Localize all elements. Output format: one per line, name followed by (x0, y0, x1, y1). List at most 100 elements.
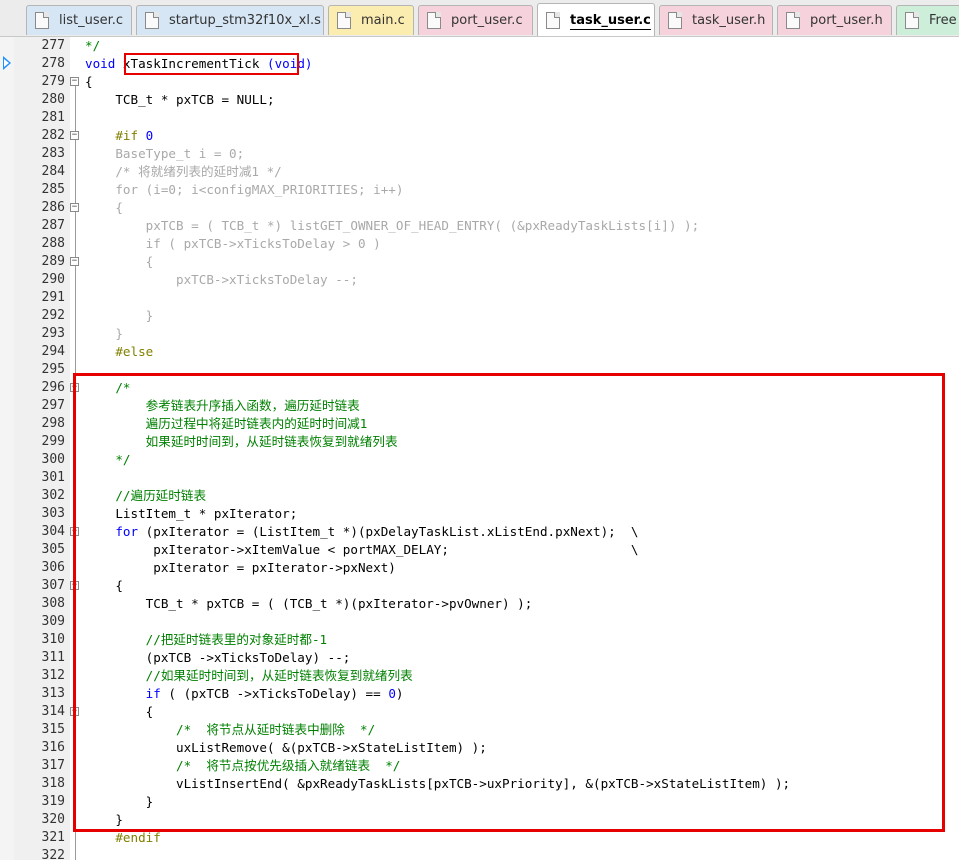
tab-label: port_user.c (451, 13, 523, 28)
code-line: 289− { (0, 253, 959, 271)
line-number: 294 (41, 344, 65, 359)
code-text: BaseType_t i = 0; (85, 145, 244, 163)
code-token: } (85, 326, 123, 341)
line-number: 309 (41, 614, 65, 629)
tab-main-c[interactable]: main.c (328, 5, 414, 35)
line-number: 319 (41, 794, 65, 809)
code-token: #else (85, 344, 154, 359)
line-number: 289 (41, 254, 65, 269)
code-line: 287 pxTCB = ( TCB_t *) listGET_OWNER_OF_… (0, 217, 959, 235)
fold-minus-icon[interactable]: − (70, 257, 79, 266)
line-number: 287 (41, 218, 65, 233)
line-number: 321 (41, 830, 65, 845)
tab-startup-stm32f10x-xl-s[interactable]: startup_stm32f10x_xl.s (136, 5, 324, 35)
line-number: 288 (41, 236, 65, 251)
line-number: 317 (41, 758, 65, 773)
line-number: 315 (41, 722, 65, 737)
line-number: 302 (41, 488, 65, 503)
tab-task-user-h[interactable]: task_user.h (659, 5, 773, 35)
line-number: 300 (41, 452, 65, 467)
code-line: 281 (0, 109, 959, 127)
code-token: pxTCB->xTicksToDelay --; (85, 272, 358, 287)
line-number: 303 (41, 506, 65, 521)
line-number: 305 (41, 542, 65, 557)
code-line: 292 } (0, 307, 959, 325)
line-number: 312 (41, 668, 65, 683)
line-number: 316 (41, 740, 65, 755)
line-number: 320 (41, 812, 65, 827)
code-token: */ (85, 38, 101, 53)
code-line: 283 BaseType_t i = 0; (0, 145, 959, 163)
code-token: #if (85, 128, 146, 143)
code-line: 280 TCB_t * pxTCB = NULL; (0, 91, 959, 109)
code-line: 290 pxTCB->xTicksToDelay --; (0, 271, 959, 289)
tab-label: task_user.c (570, 12, 651, 28)
code-text: if ( pxTCB->xTicksToDelay > 0 ) (85, 235, 381, 253)
line-number: 308 (41, 596, 65, 611)
code-line: 285 for (i=0; i<configMAX_PRIORITIES; i+… (0, 181, 959, 199)
fold-minus-icon[interactable]: − (70, 131, 79, 140)
editor-tab-bar: list_user.c startup_stm32f10x_xl.s main.c p… (0, 0, 959, 37)
file-icon (546, 11, 560, 29)
line-number: 278 (41, 56, 65, 71)
line-number: 286 (41, 200, 65, 215)
line-number: 310 (41, 632, 65, 647)
line-number: 279 (41, 74, 65, 89)
line-number: 282 (41, 128, 65, 143)
code-text: /* 将就绪列表的延时减1 */ (85, 163, 282, 181)
file-icon (145, 12, 159, 29)
code-text: pxTCB->xTicksToDelay --; (85, 271, 358, 289)
file-icon (668, 12, 682, 29)
line-number: 299 (41, 434, 65, 449)
line-number: 283 (41, 146, 65, 161)
code-text: TCB_t * pxTCB = NULL; (85, 91, 275, 109)
delay-list-loop-highlight-box (73, 373, 945, 832)
file-icon (905, 12, 919, 29)
tab-label: list_user.c (59, 13, 124, 28)
code-token: for (i=0; i<configMAX_PRIORITIES; i++) (85, 182, 404, 197)
code-text: */ (85, 37, 100, 55)
code-token: TCB_t * pxTCB = NULL; (85, 92, 275, 107)
code-line: 291 (0, 289, 959, 307)
code-line: 293 } (0, 325, 959, 343)
code-line: 294 #else (0, 343, 959, 361)
line-number: 293 (41, 326, 65, 341)
code-text: #else (85, 343, 153, 361)
code-text: #if 0 (85, 127, 153, 145)
code-token: /* 将就绪列表的延时减1 */ (85, 164, 282, 179)
code-token: { (85, 74, 93, 89)
code-line: 288 if ( pxTCB->xTicksToDelay > 0 ) (0, 235, 959, 253)
code-line: 284 /* 将就绪列表的延时减1 */ (0, 163, 959, 181)
tab-free[interactable]: Free (896, 5, 959, 35)
code-line: 282− #if 0 (0, 127, 959, 145)
code-text: pxTCB = ( TCB_t *) listGET_OWNER_OF_HEAD… (85, 217, 700, 235)
line-number: 314 (41, 704, 65, 719)
line-number: 291 (41, 290, 65, 305)
tab-list-user-c[interactable]: list_user.c (26, 5, 132, 35)
code-text: } (85, 325, 123, 343)
tab-label: port_user.h (810, 13, 883, 28)
code-token: { (85, 200, 123, 215)
line-number: 304 (41, 524, 65, 539)
code-token: BaseType_t i = 0; (85, 146, 245, 161)
code-token: #endif (85, 830, 161, 845)
tab-port-user-h[interactable]: port_user.h (777, 5, 892, 35)
code-line: 286− { (0, 199, 959, 217)
tab-task-user-c[interactable]: task_user.c (537, 3, 655, 36)
code-text: { (85, 253, 154, 271)
file-icon (427, 12, 441, 29)
line-number: 290 (41, 272, 65, 287)
file-icon (786, 12, 800, 29)
code-text: { (85, 199, 123, 217)
fold-minus-icon[interactable]: − (70, 77, 79, 86)
line-number: 306 (41, 560, 65, 575)
tab-port-user-c[interactable]: port_user.c (418, 5, 533, 35)
line-number: 301 (41, 470, 65, 485)
line-number: 297 (41, 398, 65, 413)
line-number: 277 (41, 38, 65, 53)
code-editor[interactable]: 277 */278 void xTaskIncrementTick (void) 27… (0, 37, 959, 863)
fold-minus-icon[interactable]: − (70, 203, 79, 212)
line-number: 281 (41, 110, 65, 125)
tab-label: main.c (361, 13, 405, 28)
code-token: { (85, 254, 154, 269)
